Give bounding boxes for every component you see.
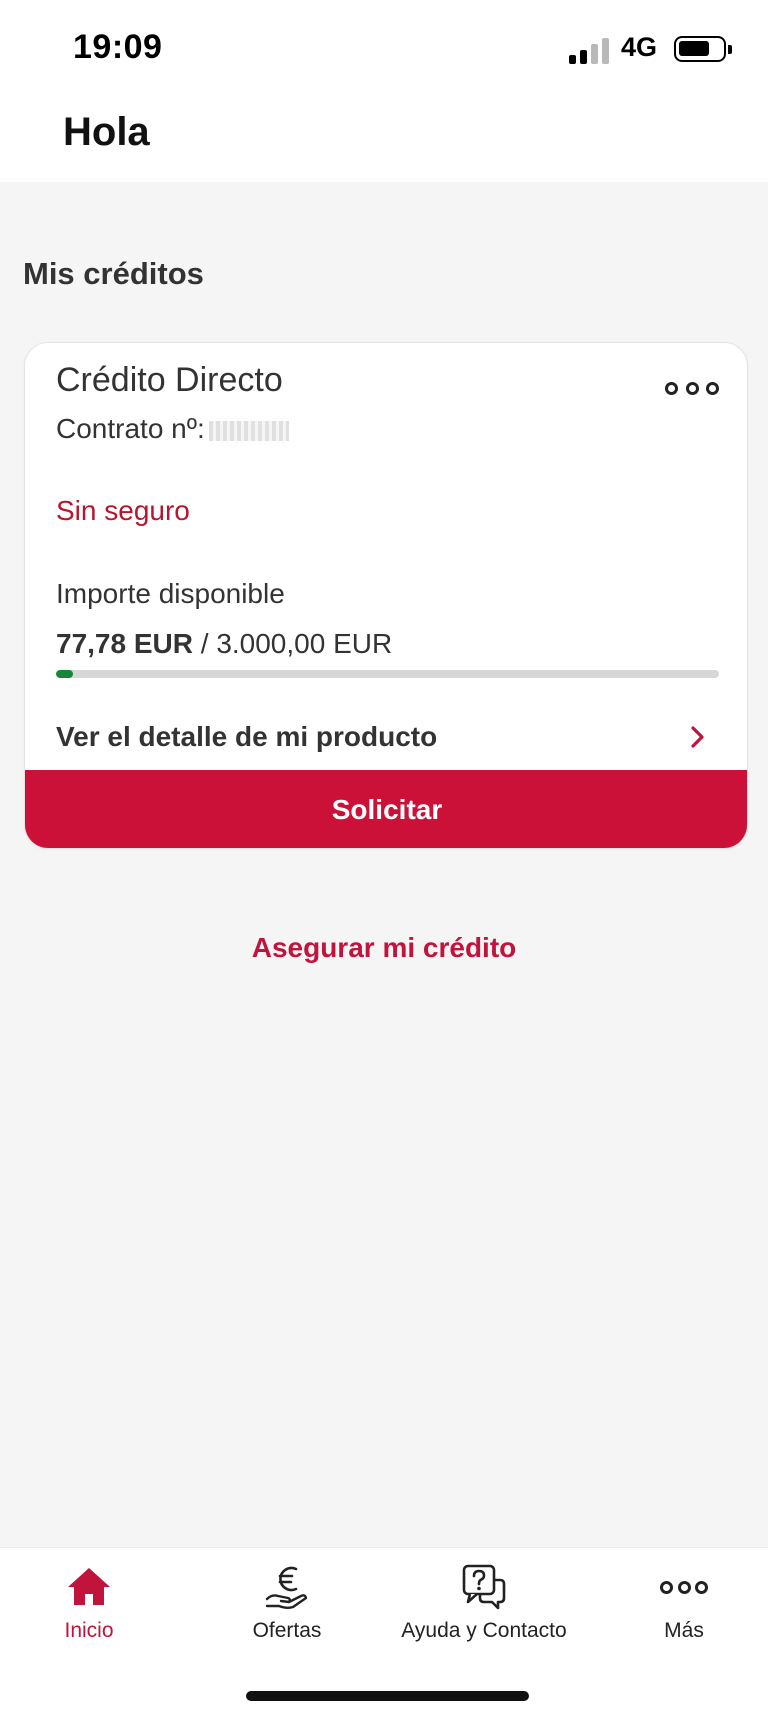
more-icon xyxy=(660,1563,708,1611)
app-screen: 19:09 4G Hola Mis créditos Crédito Direc… xyxy=(0,0,768,1711)
battery-icon xyxy=(674,36,732,62)
nav-label-mas: Más xyxy=(664,1619,704,1642)
nav-label-ayuda-contacto: Ayuda y Contacto xyxy=(401,1619,567,1642)
bottom-navigation: Inicio Ofertas Ayuda y Contacto Más xyxy=(0,1547,768,1711)
nav-label-inicio: Inicio xyxy=(64,1619,114,1642)
network-type: 4G xyxy=(621,32,658,62)
signal-icon xyxy=(569,38,609,64)
top-header: 19:09 4G Hola xyxy=(0,0,768,182)
nav-item-mas[interactable]: Más xyxy=(641,1563,727,1653)
euro-hand-icon xyxy=(265,1566,308,1609)
available-label: Importe disponible xyxy=(56,578,285,609)
more-options-icon[interactable] xyxy=(665,373,719,403)
contract-label: Contrato nº: xyxy=(56,413,205,444)
product-detail-link[interactable]: Ver el detalle de mi producto xyxy=(25,707,747,767)
credit-card: Crédito Directo Contrato nº: Sin seguro … xyxy=(24,342,748,849)
credit-title: Crédito Directo xyxy=(56,361,283,399)
apply-button[interactable]: Solicitar xyxy=(25,770,747,848)
home-icon xyxy=(68,1568,110,1605)
greeting-title: Hola xyxy=(63,110,150,154)
available-amounts: 77,78 EUR / 3.000,00 EUR xyxy=(56,628,392,660)
nav-item-ofertas[interactable]: Ofertas xyxy=(237,1563,337,1653)
available-progress-bar xyxy=(56,670,719,678)
nav-label-ofertas: Ofertas xyxy=(252,1619,322,1642)
insurance-status: Sin seguro xyxy=(56,495,190,526)
total-amount: 3.000,00 EUR xyxy=(216,628,393,659)
nav-item-ayuda-contacto[interactable]: Ayuda y Contacto xyxy=(389,1563,579,1653)
chevron-right-icon xyxy=(691,726,704,748)
help-chat-icon xyxy=(462,1564,506,1610)
status-time: 19:09 xyxy=(73,28,163,66)
contract-value-redacted xyxy=(208,420,289,441)
section-title: Mis créditos xyxy=(23,256,204,291)
nav-item-inicio[interactable]: Inicio xyxy=(44,1563,134,1653)
available-amount: 77,78 EUR xyxy=(56,628,193,659)
home-indicator xyxy=(246,1691,529,1701)
progress-fill xyxy=(56,670,74,678)
amount-separator: / xyxy=(192,628,217,659)
contract-number: Contrato nº: xyxy=(56,413,289,445)
product-detail-label: Ver el detalle de mi producto xyxy=(56,721,438,752)
secure-credit-link[interactable]: Asegurar mi crédito xyxy=(0,932,768,964)
